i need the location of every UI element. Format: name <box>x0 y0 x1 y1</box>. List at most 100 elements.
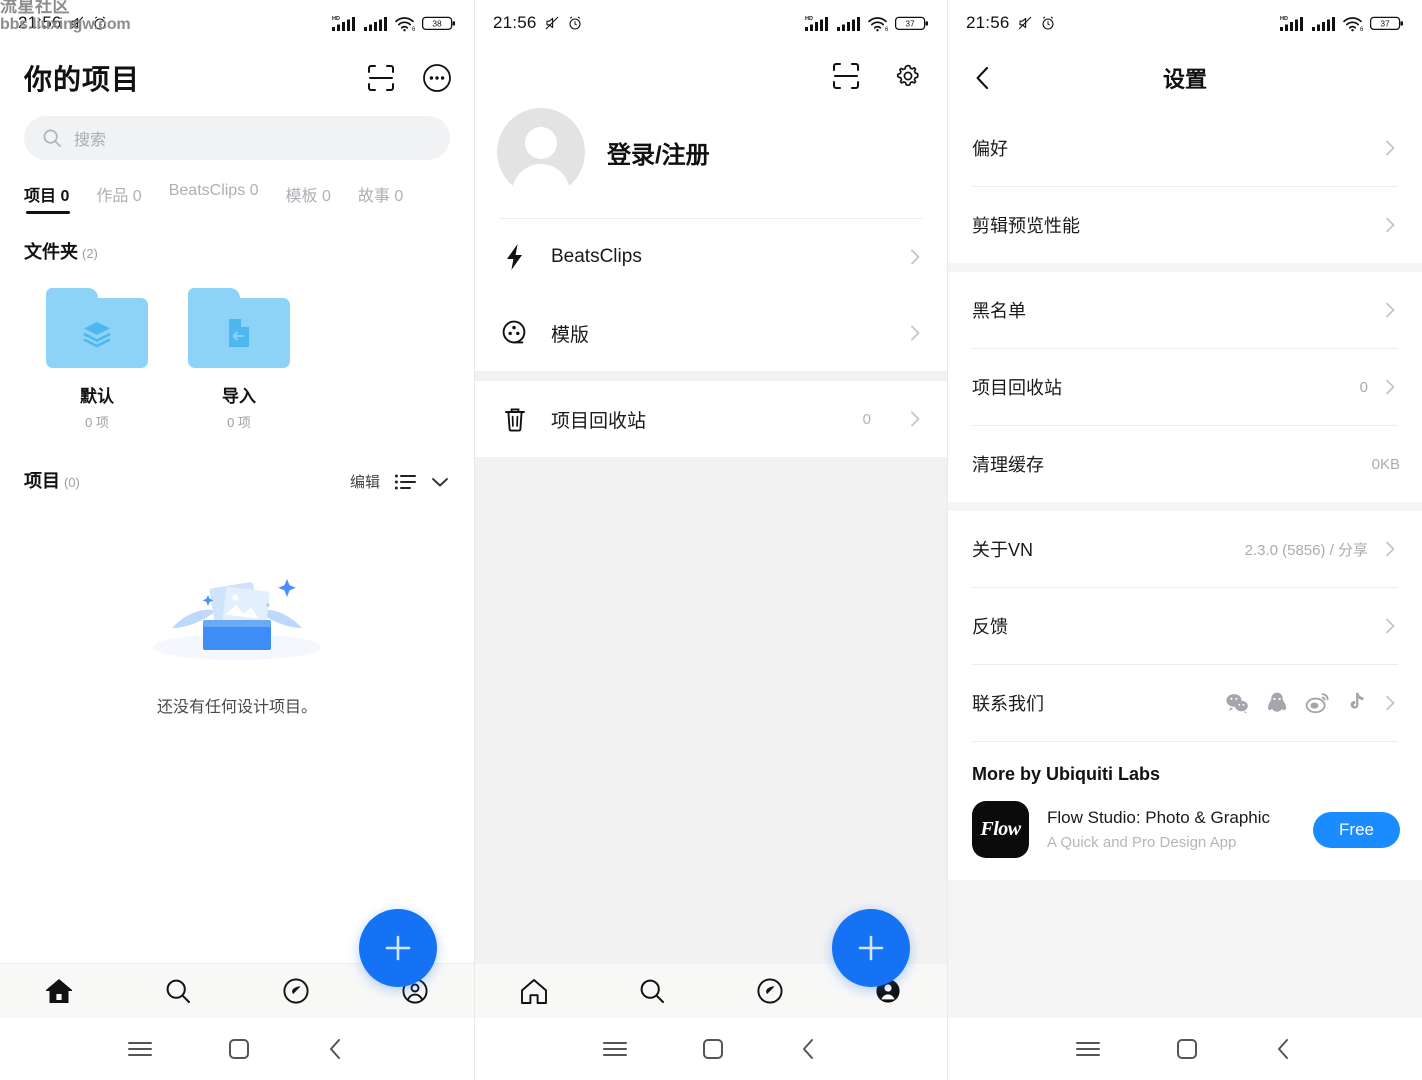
plus-icon <box>858 935 884 961</box>
weibo-icon[interactable] <box>1305 692 1329 714</box>
edit-button[interactable]: 编辑 <box>350 471 380 492</box>
status-clock-1: 21:56 <box>18 13 62 32</box>
status-right-3: HD 6 37 <box>1280 14 1404 32</box>
qq-icon[interactable] <box>1266 691 1288 715</box>
scan-icon[interactable] <box>366 63 396 93</box>
empty-box-illustration <box>153 579 321 660</box>
system-nav-2 <box>475 1018 947 1080</box>
scan-icon[interactable] <box>831 61 861 91</box>
project-tabs: 项目 0 作品 0 BeatsClips 0 模板 0 故事 0 <box>0 160 474 214</box>
back-icon[interactable] <box>324 1036 348 1062</box>
back-icon[interactable] <box>1272 1036 1296 1062</box>
compass-icon[interactable] <box>281 976 311 1006</box>
folder-item-count: 0 项 <box>227 415 251 430</box>
menu-item-recycle-bin[interactable]: 项目回收站 0 <box>475 381 947 457</box>
square-icon[interactable] <box>1174 1036 1200 1062</box>
add-project-fab[interactable] <box>359 909 437 987</box>
page-title: 你的项目 <box>24 64 141 95</box>
plus-icon <box>385 935 411 961</box>
settings-row-value: 2.3.0 (5856) / 分享 <box>1244 541 1368 559</box>
menu-icon[interactable] <box>1074 1038 1102 1060</box>
chevron-right-icon <box>911 249 920 265</box>
chevron-down-icon[interactable] <box>430 475 450 489</box>
square-icon[interactable] <box>226 1036 252 1062</box>
back-icon[interactable] <box>797 1036 821 1062</box>
folder-item[interactable]: 导入 0 项 <box>188 288 290 431</box>
status-left-3: 21:56 <box>966 13 1056 33</box>
tiktok-icon[interactable] <box>1346 691 1366 715</box>
login-row[interactable]: 登录/注册 <box>475 96 947 196</box>
settings-row-preferences[interactable]: 偏好 <box>948 110 1422 186</box>
settings-row-clear-cache[interactable]: 清理缓存 0KB <box>948 426 1422 502</box>
tab-stories[interactable]: 故事 0 <box>358 182 403 214</box>
tab-templates[interactable]: 模板 0 <box>286 182 331 214</box>
settings-screen: 21:56 HD 6 37 设置 偏好 剪辑预览性能 黑名单 项目回收站 0 清… <box>948 0 1422 1080</box>
trash-icon <box>505 408 525 432</box>
search-icon[interactable] <box>163 976 193 1006</box>
menu-icon[interactable] <box>126 1038 154 1060</box>
wechat-icon[interactable] <box>1225 692 1249 714</box>
tab-works[interactable]: 作品 0 <box>96 182 141 214</box>
status-clock-3: 21:56 <box>966 13 1010 32</box>
settings-row-blacklist[interactable]: 黑名单 <box>948 272 1422 348</box>
back-button[interactable] <box>970 64 996 92</box>
settings-row-about[interactable]: 关于VN 2.3.0 (5856) / 分享 <box>948 511 1422 587</box>
mute-icon <box>545 16 558 30</box>
list-view-icon[interactable] <box>394 472 416 492</box>
alarm-icon <box>568 16 581 30</box>
settings-row-label: 清理缓存 <box>972 455 1044 475</box>
search-icon[interactable] <box>637 976 667 1006</box>
menu-icon[interactable] <box>601 1038 629 1060</box>
chevron-right-icon <box>911 325 920 341</box>
menu-item-templates[interactable]: 模版 <box>475 295 947 371</box>
avatar[interactable] <box>497 108 585 196</box>
home-icon[interactable] <box>519 976 549 1006</box>
battery-level-3: 37 <box>1380 19 1390 29</box>
section-divider <box>948 502 1422 511</box>
empty-state-text: 还没有任何设计项目。 <box>156 699 317 716</box>
folders-count: (2) <box>82 246 98 261</box>
folder-icon-import <box>188 288 290 368</box>
status-bar-1: 流星社区 bbs.liuxingw.com 21:56 HD 6 38 <box>0 0 474 46</box>
wifi-icon: 6 <box>868 17 889 32</box>
gear-icon[interactable] <box>893 61 923 91</box>
profile-header-actions <box>475 46 947 96</box>
status-left-2: 21:56 <box>493 13 583 33</box>
settings-row-recycle-bin[interactable]: 项目回收站 0 <box>948 349 1422 425</box>
settings-row-contact-us[interactable]: 联系我们 <box>948 665 1422 741</box>
add-project-fab[interactable] <box>832 909 910 987</box>
square-icon[interactable] <box>700 1036 726 1062</box>
more-circle-icon[interactable] <box>422 63 452 93</box>
film-reel-icon <box>502 320 526 344</box>
empty-state: 还没有任何设计项目。 <box>0 493 474 963</box>
compass-icon[interactable] <box>755 976 785 1006</box>
install-free-button[interactable]: Free <box>1313 811 1400 848</box>
settings-row-label: 联系我们 <box>972 694 1044 714</box>
projects-title: 项目 (0) <box>24 467 80 493</box>
settings-row-preview-performance[interactable]: 剪辑预览性能 <box>948 187 1422 263</box>
settings-row-feedback[interactable]: 反馈 <box>948 588 1422 664</box>
tab-beatsclips[interactable]: BeatsClips 0 <box>169 182 259 208</box>
folders-title: 文件夹 (2) <box>24 238 98 264</box>
chevron-right-icon <box>1386 618 1395 634</box>
settings-row-label: 项目回收站 <box>972 378 1062 398</box>
battery-level-2: 37 <box>905 19 915 29</box>
profile-empty-area <box>475 457 947 963</box>
folder-icon-default <box>46 288 148 368</box>
tab-projects[interactable]: 项目 0 <box>24 182 71 214</box>
alarm-icon <box>93 16 106 30</box>
settings-row-label: 关于VN <box>972 540 1034 560</box>
home-icon[interactable] <box>44 976 74 1006</box>
system-nav-3 <box>948 1018 1422 1080</box>
promoted-app-row[interactable]: Flow Flow Studio: Photo & Graphic A Quic… <box>948 791 1422 880</box>
folder-item[interactable]: 默认 0 项 <box>46 288 148 431</box>
menu-item-beatsclips[interactable]: BeatsClips <box>475 219 947 295</box>
svg-text:6: 6 <box>885 27 889 32</box>
svg-text:HD: HD <box>1280 16 1288 22</box>
login-register-label: 登录/注册 <box>607 141 710 169</box>
projects-count: (0) <box>64 475 80 490</box>
folders-grid: 默认 0 项 导入 0 项 <box>0 264 474 431</box>
flow-app-icon-text: Flow <box>980 818 1021 840</box>
search-input[interactable]: 搜索 <box>24 116 450 160</box>
signal-hd-icon: HD <box>805 16 828 31</box>
